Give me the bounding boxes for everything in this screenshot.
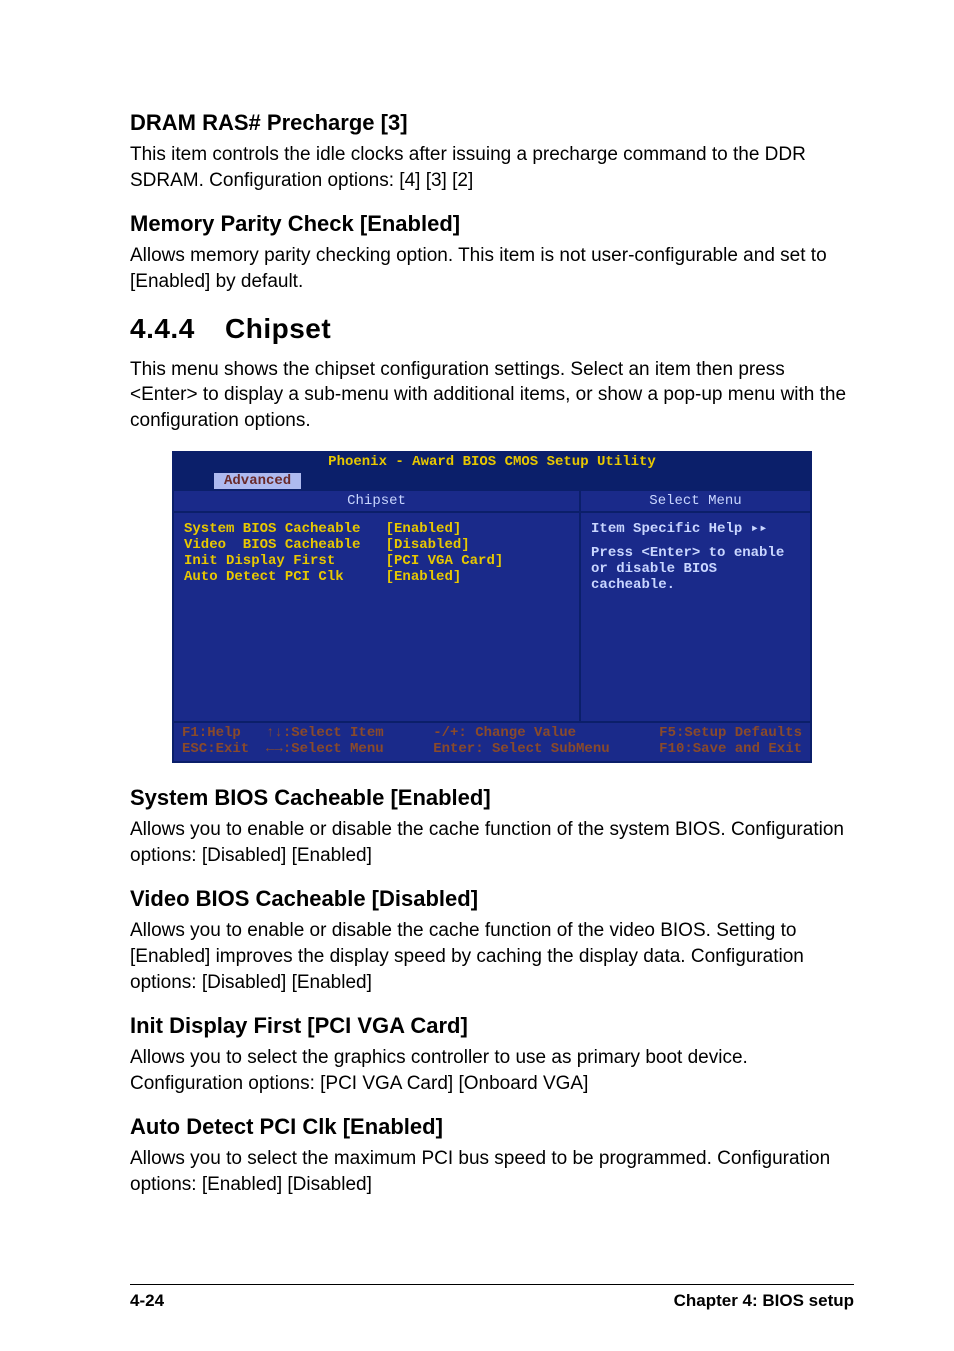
chapter-label: Chapter 4: BIOS setup <box>674 1291 854 1311</box>
page-footer: 4-24 Chapter 4: BIOS setup <box>130 1284 854 1311</box>
manual-page: DRAM RAS# Precharge [3] This item contro… <box>0 0 954 1351</box>
heading-chipset: 4.4.4Chipset <box>130 313 854 345</box>
heading-autodet: Auto Detect PCI Clk [Enabled] <box>130 1114 854 1140</box>
section-title: Chipset <box>225 313 331 344</box>
bios-column-headers: Chipset Select Menu <box>174 489 810 513</box>
bios-active-tab[interactable]: Advanced <box>214 473 301 489</box>
heading-parity: Memory Parity Check [Enabled] <box>130 211 854 237</box>
bios-screenshot: Phoenix - Award BIOS CMOS Setup Utility … <box>172 451 812 762</box>
heading-init: Init Display First [PCI VGA Card] <box>130 1013 854 1039</box>
text-parity: Allows memory parity checking option. Th… <box>130 243 854 294</box>
bios-keys-col1: F1:Help ↑↓:Select Item ESC:Exit ←→:Selec… <box>182 725 384 757</box>
bios-settings-list[interactable]: System BIOS Cacheable [Enabled] Video BI… <box>174 513 581 721</box>
heading-dram: DRAM RAS# Precharge [3] <box>130 110 854 136</box>
bios-pane-title-right: Select Menu <box>581 491 810 511</box>
text-autodet: Allows you to select the maximum PCI bus… <box>130 1146 854 1197</box>
bios-help-pane: Item Specific Help ▸▸ Press <Enter> to e… <box>581 513 810 721</box>
text-vidbios: Allows you to enable or disable the cach… <box>130 918 854 995</box>
bios-key-legend: F1:Help ↑↓:Select Item ESC:Exit ←→:Selec… <box>174 723 810 761</box>
bios-help-text: Press <Enter> to enable or disable BIOS … <box>591 545 800 593</box>
bios-tab-bar: Advanced <box>174 473 810 489</box>
text-init: Allows you to select the graphics contro… <box>130 1045 854 1096</box>
text-chipset: This menu shows the chipset configuratio… <box>130 357 854 434</box>
bios-pane-title-left: Chipset <box>174 491 581 511</box>
section-number: 4.4.4 <box>130 313 225 345</box>
page-number: 4-24 <box>130 1291 164 1311</box>
heading-vidbios: Video BIOS Cacheable [Disabled] <box>130 886 854 912</box>
text-dram: This item controls the idle clocks after… <box>130 142 854 193</box>
heading-sysbios: System BIOS Cacheable [Enabled] <box>130 785 854 811</box>
bios-title-bar: Phoenix - Award BIOS CMOS Setup Utility <box>174 453 810 472</box>
bios-help-title: Item Specific Help ▸▸ <box>591 521 800 537</box>
text-sysbios: Allows you to enable or disable the cach… <box>130 817 854 868</box>
bios-keys-col2: -/+: Change Value Enter: Select SubMenu <box>433 725 609 757</box>
bios-keys-col3: F5:Setup Defaults F10:Save and Exit <box>659 725 802 757</box>
